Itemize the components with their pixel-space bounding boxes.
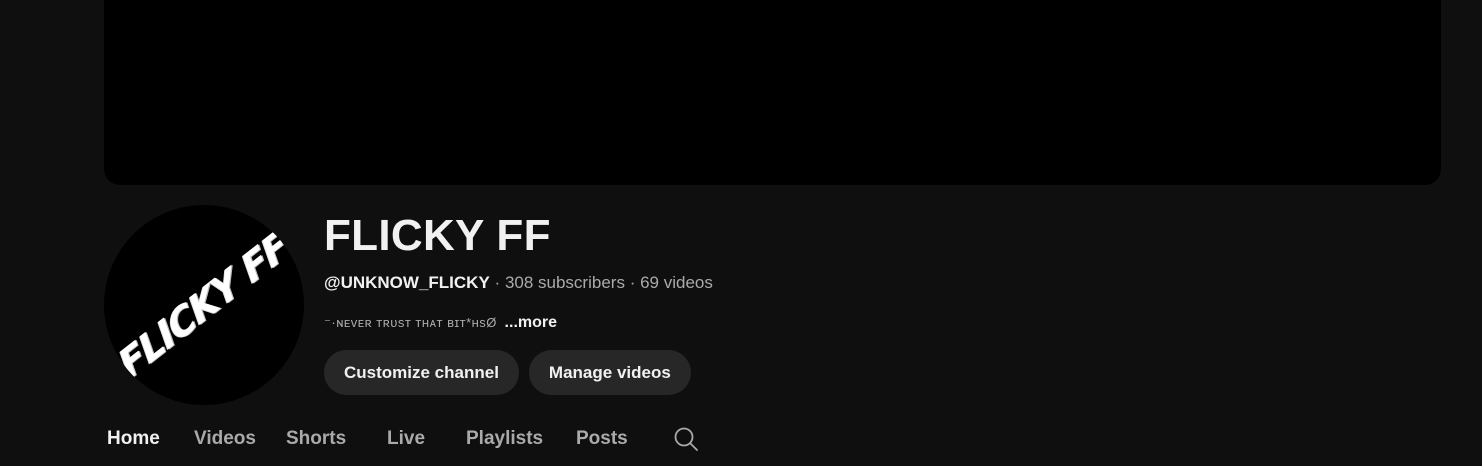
- channel-info: FLICKY FF @UNKNOW_FLICKY · 308 subscribe…: [324, 210, 713, 334]
- more-link[interactable]: ...more: [505, 314, 557, 331]
- channel-page: FLICKY FF FLICKY FF @UNKNOW_FLICKY · 308…: [0, 0, 1482, 466]
- tab-posts[interactable]: Posts: [576, 426, 628, 452]
- subscriber-count: 308 subscribers: [504, 273, 625, 292]
- meta-separator: ·: [629, 273, 636, 292]
- channel-actions: Customize channel Manage videos: [324, 350, 691, 395]
- tab-live[interactable]: Live: [387, 426, 425, 452]
- video-count: 69 videos: [640, 273, 713, 292]
- description-text: ⁻·ɴᴇᴠᴇʀ ᴛʀᴜsᴛ ᴛʜᴀᴛ ʙɪᴛ*ʜsØ: [324, 315, 497, 330]
- channel-name: FLICKY FF: [324, 211, 551, 260]
- channel-description[interactable]: ⁻·ɴᴇᴠᴇʀ ᴛʀᴜsᴛ ᴛʜᴀᴛ ʙɪᴛ*ʜsØ ...more: [324, 312, 713, 334]
- manage-videos-button[interactable]: Manage videos: [528, 350, 691, 395]
- channel-handle: @UNKNOW_FLICKY: [324, 273, 490, 292]
- channel-banner: [104, 0, 1441, 185]
- channel-meta: @UNKNOW_FLICKY · 308 subscribers · 69 vi…: [324, 272, 713, 294]
- search-icon[interactable]: [673, 426, 699, 457]
- customize-channel-button[interactable]: Customize channel: [324, 350, 519, 395]
- avatar-logo: FLICKY FF: [111, 222, 297, 388]
- tab-shorts[interactable]: Shorts: [286, 426, 346, 452]
- meta-separator: ·: [494, 273, 501, 292]
- tab-home[interactable]: Home: [107, 426, 160, 452]
- tab-playlists[interactable]: Playlists: [466, 426, 543, 452]
- tab-videos[interactable]: Videos: [194, 426, 256, 452]
- channel-avatar[interactable]: FLICKY FF: [104, 205, 304, 405]
